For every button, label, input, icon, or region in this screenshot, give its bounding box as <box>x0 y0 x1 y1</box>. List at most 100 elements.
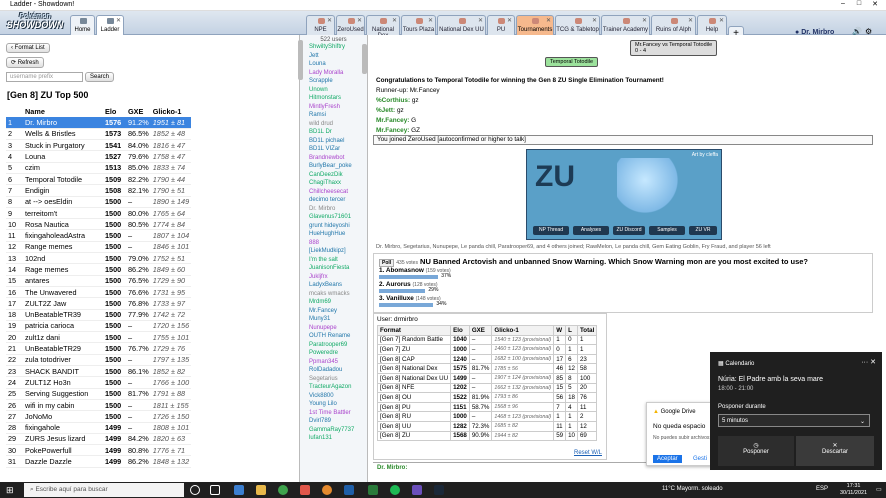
cortana-icon[interactable] <box>190 485 200 495</box>
table-row[interactable]: 24 ZULT1Z Ho3n 1500–1766 ± 100 <box>6 376 192 389</box>
reset-wl-link[interactable]: Reset W/L <box>574 450 602 456</box>
poll-option[interactable]: 3. Vanilluxe (148 votes) <box>379 295 441 302</box>
table-row[interactable]: 28 fixingahole 1499–1808 ± 101 <box>6 422 192 434</box>
table-row[interactable]: 21 UnBeatableTR29 1500 76.7% 1729 ± 76 <box>6 342 192 355</box>
user-item[interactable]: Ramsi <box>300 111 367 120</box>
table-row[interactable]: 2 Wells & Bristles 1573 86.5% 1852 ± 48 <box>6 128 192 141</box>
user-item[interactable]: Dvirl789 <box>300 417 367 426</box>
taskview-icon[interactable] <box>210 485 220 495</box>
user-item[interactable]: decimo tercer <box>300 196 367 205</box>
user-item[interactable]: Scrapple <box>300 77 367 86</box>
user-item[interactable]: Mrdm69 <box>300 298 367 307</box>
word-icon[interactable] <box>344 485 354 495</box>
chrome-icon[interactable] <box>278 485 288 495</box>
user-item[interactable]: TracteurAgazon <box>300 383 367 392</box>
user-item[interactable]: mcaks wmacks <box>300 290 367 299</box>
close-tab-icon[interactable]: ✕ <box>592 17 597 24</box>
table-row[interactable]: 22 zula totodriver 1500–1797 ± 135 <box>6 354 192 367</box>
close-tab-icon[interactable]: ✕ <box>642 17 647 24</box>
table-row[interactable]: 6 Temporal Totodile 1509 82.2% 1790 ± 44 <box>6 173 192 186</box>
banner-button[interactable]: ZU VR <box>689 226 717 235</box>
table-row[interactable]: 16 The Unwavered 1500 76.6% 1731 ± 95 <box>6 286 192 299</box>
table-row[interactable]: 14 Rage memes 1500 86.2% 1849 ± 60 <box>6 263 192 276</box>
user-item[interactable]: Louna <box>300 60 367 69</box>
user-item[interactable]: Hitmonstars <box>300 94 367 103</box>
close-tab-icon[interactable]: ✕ <box>478 17 483 24</box>
user-item[interactable]: Glavenus71601 <box>300 213 367 222</box>
close-tab-icon[interactable]: ✕ <box>116 17 121 24</box>
room-tab[interactable]: Trainer Academy ✕ <box>601 15 650 35</box>
chat-username[interactable]: Mr.Fancey: <box>376 117 409 124</box>
room-tab[interactable]: Ruins of Alph ✕ <box>651 15 696 35</box>
table-row[interactable]: 7 Endigin 1508 82.1% 1790 ± 51 <box>6 184 192 197</box>
room-tab[interactable]: National Dex UU ✕ <box>437 15 486 35</box>
user-item[interactable]: Nunupepe <box>300 324 367 333</box>
close-tab-icon[interactable]: ✕ <box>428 17 433 24</box>
table-row[interactable]: 27 JoNoMo 1500–1726 ± 150 <box>6 410 192 423</box>
spotify-icon[interactable] <box>390 485 400 495</box>
user-item[interactable]: BD1L VIZar <box>300 145 367 154</box>
table-row[interactable]: 4 Louna 1527 79.6% 1758 ± 47 <box>6 150 192 163</box>
user-item[interactable]: JuanisonFiesta <box>300 264 367 273</box>
table-row[interactable]: 19 patricia carioca 1500–1720 ± 156 <box>6 320 192 333</box>
user-item[interactable]: Brandnewbot <box>300 154 367 163</box>
tab-home[interactable]: Home <box>70 15 95 35</box>
table-row[interactable]: 30 PokePowerfull 1499 80.8% 1776 ± 71 <box>6 444 192 457</box>
close-tab-icon[interactable]: ✕ <box>507 17 512 24</box>
ladder-scrollbar[interactable] <box>298 40 303 80</box>
minimize-icon[interactable]: – <box>836 0 850 7</box>
discord-icon[interactable] <box>412 485 422 495</box>
chat-username[interactable]: %Jett: <box>376 107 395 114</box>
user-item[interactable]: [LiekMudkipz] <box>300 247 367 256</box>
user-item[interactable]: 1st Time Battler <box>300 409 367 418</box>
close-tab-icon[interactable]: ✕ <box>688 17 693 24</box>
room-tab[interactable]: Tours Plaza ✕ <box>401 15 436 35</box>
table-row[interactable]: 11 fixingaholeadAstra 1500–1807 ± 104 <box>6 229 192 242</box>
table-row[interactable]: 20 zult1z dani 1500–1755 ± 101 <box>6 331 192 344</box>
table-row[interactable]: 31 Dazzle Dazzle 1499 86.2% 1848 ± 132 <box>6 455 192 468</box>
table-row[interactable]: 26 wifi in my cabin 1500–1811 ± 155 <box>6 399 192 412</box>
user-item[interactable]: Lady Moralla <box>300 69 367 78</box>
table-row[interactable]: 10 Rosa Nautica 1500 80.5% 1774 ± 84 <box>6 218 192 231</box>
user-item[interactable]: grunt hideyoshi <box>300 222 367 231</box>
windows-icon[interactable]: ⊞ <box>6 485 14 496</box>
user-item[interactable]: Poweredre <box>300 349 367 358</box>
table-row[interactable]: 29 ZURS Jesus lizard 1499 84.2% 1820 ± 63 <box>6 433 192 446</box>
user-item[interactable]: Young Lilo <box>300 400 367 409</box>
user-item[interactable]: lufan131 <box>300 434 367 443</box>
username-search-input[interactable]: username prefix <box>6 72 83 82</box>
user-item[interactable]: Segetarius <box>300 375 367 384</box>
table-row[interactable]: 15 antares 1500 76.5% 1729 ± 90 <box>6 275 192 287</box>
clock[interactable]: 17:31 30/11/2021 <box>840 483 867 497</box>
user-item[interactable]: GammaRay7737 <box>300 426 367 435</box>
user-item[interactable]: ChagiThaxx <box>300 179 367 188</box>
user-item[interactable]: I'm the salt <box>300 256 367 265</box>
table-row[interactable]: 18 UnBeatableTR39 1500 77.9% 1742 ± 72 <box>6 309 192 321</box>
room-tab[interactable]: ZeroUsed ✕ <box>336 15 365 35</box>
chat-username[interactable]: %Corthius: <box>376 97 410 104</box>
close-tab-icon[interactable]: ✕ <box>719 17 724 24</box>
user-item[interactable]: Mr.Fancey <box>300 307 367 316</box>
user-item[interactable]: CanDeezDik <box>300 171 367 180</box>
close-tab-icon[interactable]: ✕ <box>392 17 397 24</box>
steam-icon[interactable] <box>434 485 444 495</box>
weather[interactable]: 11°C Mayorm. soleado <box>662 486 723 492</box>
userlist-scrollbar[interactable] <box>362 44 367 74</box>
format-list-button[interactable]: ‹ Format List <box>6 43 50 53</box>
table-row[interactable]: 8 at --> oesEldin 1500–1890 ± 149 <box>6 196 192 208</box>
room-tab[interactable]: TCG & Tabletop ✕ <box>555 15 600 35</box>
banner-button[interactable]: NP Thread <box>533 226 569 235</box>
taskbar-search[interactable]: ⌕ Escribe aquí para buscar <box>24 483 184 497</box>
banner-button[interactable]: ZU Discord <box>613 226 645 235</box>
user-item[interactable]: LadyxBeans <box>300 281 367 290</box>
user-item[interactable]: MintlyFresh <box>300 103 367 112</box>
maximize-icon[interactable]: □ <box>852 0 866 7</box>
user-item[interactable]: Muny31 <box>300 315 367 324</box>
room-tab[interactable]: National Dex✕ <box>366 15 400 39</box>
user-item[interactable]: ShwiltyShiftry <box>300 43 367 52</box>
firefox-icon[interactable] <box>322 485 332 495</box>
dismiss-button[interactable]: ✕ Descartar <box>796 436 874 466</box>
close-tab-icon[interactable]: ✕ <box>327 17 332 24</box>
user-item[interactable]: wild drud <box>300 120 367 129</box>
user-item[interactable]: RolDadadou <box>300 366 367 375</box>
